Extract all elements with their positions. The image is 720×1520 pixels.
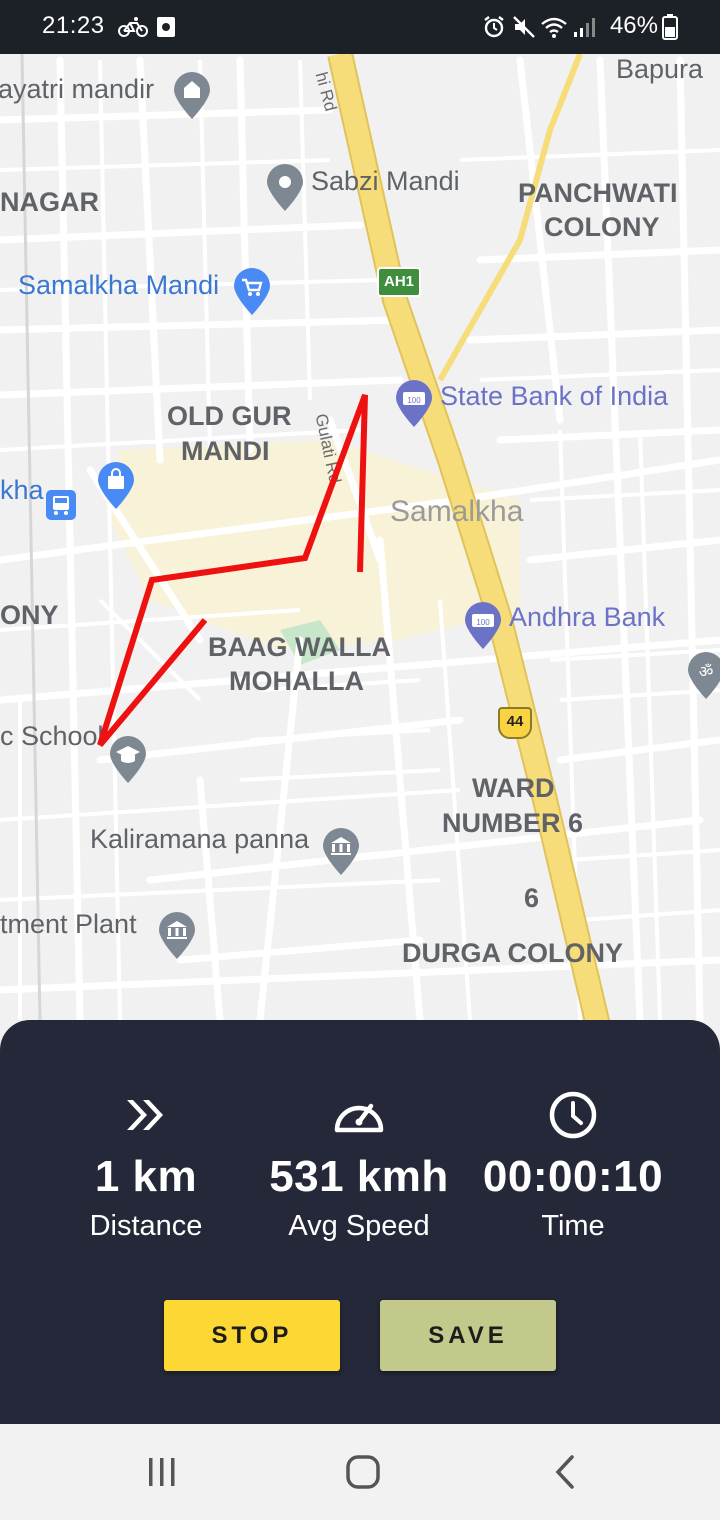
wifi-icon — [541, 17, 567, 38]
back-icon[interactable] — [534, 1452, 594, 1492]
mute-icon — [513, 16, 535, 38]
home-icon[interactable] — [332, 1452, 392, 1492]
status-bar: 21:23 46% — [0, 0, 720, 54]
signal-icon — [574, 18, 595, 37]
tracking-panel: 1 km Distance 531 kmh Avg Speed 00:00:10… — [0, 1020, 720, 1424]
system-navigation-bar — [0, 1424, 720, 1520]
recent-apps-icon[interactable] — [132, 1452, 192, 1492]
avg-speed-value: 531 kmh — [269, 1152, 449, 1201]
save-button[interactable]: SAVE — [380, 1300, 556, 1371]
battery-icon — [662, 14, 678, 40]
time-stat: 00:00:10 Time — [453, 1090, 693, 1243]
distance-label: Distance — [89, 1210, 203, 1242]
fast-forward-icon — [127, 1100, 163, 1130]
stop-button[interactable]: STOP — [164, 1300, 340, 1371]
screenshot-icon — [157, 17, 175, 37]
clock-time: 21:23 — [42, 12, 105, 39]
route-map[interactable]: Bapura ayatri mandir NAGAR Sabzi Mandi P… — [0, 54, 720, 1034]
recorded-route-path — [97, 393, 368, 747]
cycling-icon — [118, 17, 148, 37]
distance-stat: 1 km Distance — [26, 1090, 266, 1243]
avg-speed-stat: 531 kmh Avg Speed — [239, 1090, 479, 1243]
time-label: Time — [541, 1210, 605, 1242]
clock-icon — [549, 1091, 597, 1139]
battery-percentage: 46% — [609, 12, 658, 39]
speedometer-icon — [334, 1103, 384, 1133]
distance-value: 1 km — [94, 1152, 198, 1201]
time-value: 00:00:10 — [482, 1152, 664, 1201]
alarm-icon — [484, 16, 504, 38]
avg-speed-label: Avg Speed — [288, 1210, 430, 1242]
